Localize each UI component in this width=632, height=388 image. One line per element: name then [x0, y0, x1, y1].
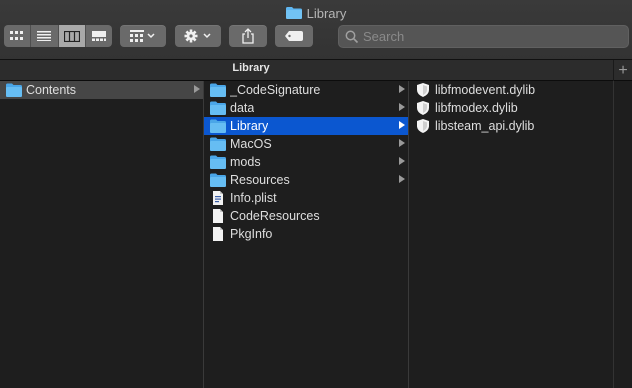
- action-menu-button[interactable]: [175, 25, 221, 47]
- folder-icon: [210, 137, 226, 151]
- icon-view-button[interactable]: [4, 25, 32, 47]
- folder-icon: [210, 155, 226, 169]
- item-label: libfmodex.dylib: [435, 101, 518, 115]
- tags-button[interactable]: [275, 25, 313, 47]
- share-icon: [242, 28, 254, 44]
- list-item-contents[interactable]: Contents: [0, 81, 203, 99]
- chevron-right-icon: [399, 157, 405, 165]
- item-label: libsteam_api.dylib: [435, 119, 535, 133]
- list-item-libfmodevent[interactable]: libfmodevent.dylib: [409, 81, 613, 99]
- folder-icon: [285, 7, 302, 19]
- folder-icon: [210, 83, 226, 97]
- search-field[interactable]: [338, 25, 629, 48]
- column-view-button[interactable]: [58, 25, 86, 47]
- view-mode-switcher[interactable]: [4, 25, 112, 47]
- new-tab-button[interactable]: +: [613, 60, 632, 81]
- list-item-libsteam-api[interactable]: libsteam_api.dylib: [409, 117, 613, 135]
- chevron-right-icon: [399, 121, 405, 129]
- folder-icon: [210, 119, 226, 133]
- item-label: MacOS: [230, 137, 272, 151]
- item-label: data: [230, 101, 255, 115]
- item-label: libfmodevent.dylib: [435, 83, 536, 97]
- chevron-right-icon: [399, 139, 405, 147]
- shield-icon: [417, 83, 429, 97]
- folder-icon: [6, 83, 22, 97]
- group-by-button[interactable]: [120, 25, 166, 47]
- columns-icon: [63, 30, 80, 42]
- list-item-resources[interactable]: Resources: [204, 171, 408, 189]
- grid-icon: [10, 31, 24, 40]
- column-4-empty: [614, 81, 632, 388]
- list-item-codesignature[interactable]: _CodeSignature: [204, 81, 408, 99]
- folder-icon: [210, 101, 226, 115]
- shield-icon: [417, 119, 429, 133]
- item-label: Info.plist: [230, 191, 277, 205]
- group-grid-icon: [130, 30, 155, 42]
- list-item-info-plist[interactable]: Info.plist: [204, 189, 408, 207]
- list-item-libfmodex[interactable]: libfmodex.dylib: [409, 99, 613, 117]
- item-label: mods: [230, 155, 261, 169]
- share-button[interactable]: [229, 25, 267, 47]
- document-icon: [213, 209, 223, 223]
- plist-file-icon: [213, 191, 223, 205]
- column-3[interactable]: libfmodevent.dylib libfmodex.dylib libst…: [409, 81, 614, 388]
- list-item-data[interactable]: data: [204, 99, 408, 117]
- tag-icon: [285, 31, 303, 41]
- column-1[interactable]: Contents: [0, 81, 204, 388]
- chevron-right-icon: [399, 175, 405, 183]
- shield-icon: [417, 101, 429, 115]
- gallery-view-button[interactable]: [86, 25, 112, 47]
- item-label: Library: [230, 119, 269, 133]
- chevron-right-icon: [194, 85, 200, 93]
- list-view-button[interactable]: [31, 25, 59, 47]
- item-label: Resources: [230, 173, 290, 187]
- list-item-coderesources[interactable]: CodeResources: [204, 207, 408, 225]
- list-item-mods[interactable]: mods: [204, 153, 408, 171]
- column-2[interactable]: _CodeSignature data Library MacOS mods R…: [204, 81, 409, 388]
- document-icon: [213, 227, 223, 241]
- list-item-macos[interactable]: MacOS: [204, 135, 408, 153]
- item-label: PkgInfo: [230, 227, 273, 241]
- list-item-library[interactable]: Library: [204, 117, 408, 135]
- folder-icon: [210, 173, 226, 187]
- search-icon: [345, 30, 359, 43]
- window-toolbar: Library: [0, 0, 632, 60]
- chevron-right-icon: [399, 103, 405, 111]
- list-icon: [37, 31, 52, 41]
- current-folder-title: Library: [232, 62, 270, 74]
- window-title: Library: [0, 5, 632, 21]
- search-input[interactable]: [363, 29, 613, 44]
- item-label: _CodeSignature: [230, 83, 321, 97]
- path-bar: Library +: [0, 60, 632, 81]
- gear-icon: [184, 29, 211, 43]
- window-title-text: Library: [306, 5, 347, 21]
- item-label: Contents: [26, 83, 77, 97]
- item-label: CodeResources: [230, 209, 320, 223]
- chevron-right-icon: [399, 85, 405, 93]
- plus-icon: +: [618, 61, 628, 79]
- list-item-pkginfo[interactable]: PkgInfo: [204, 225, 408, 243]
- gallery-icon: [91, 31, 106, 41]
